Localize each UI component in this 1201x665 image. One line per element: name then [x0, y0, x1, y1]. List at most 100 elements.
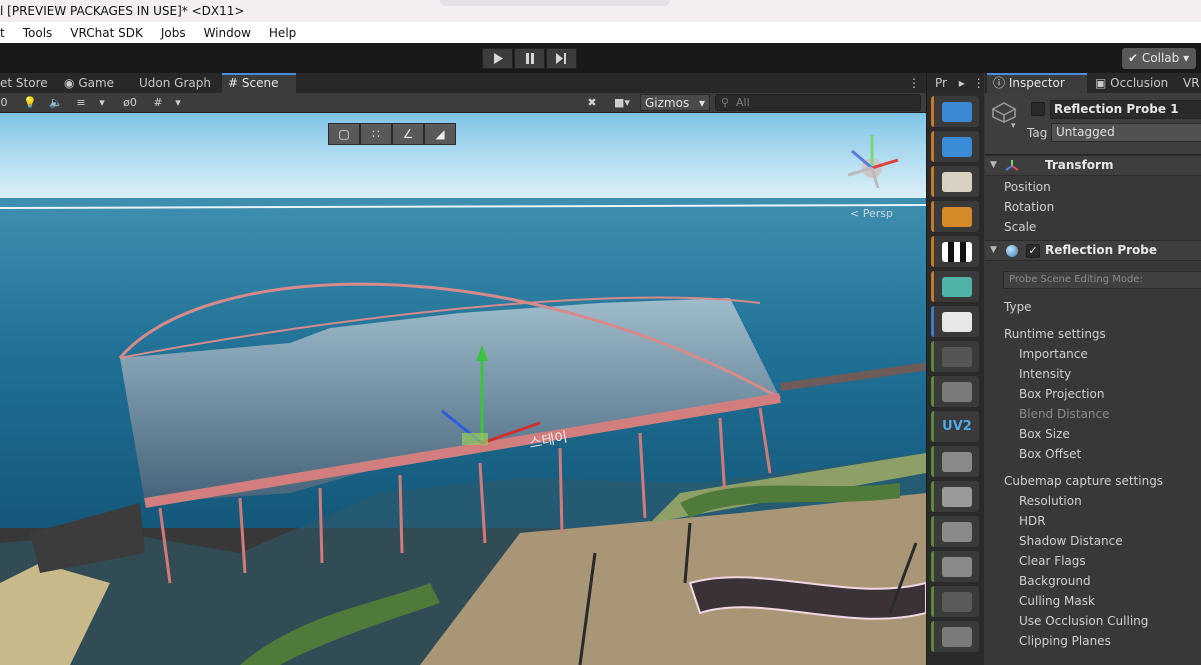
window-title: l [PREVIEW PACKAGES IN USE]* <DX11>	[0, 4, 245, 18]
tool-merge[interactable]	[931, 621, 979, 652]
grid-dropdown[interactable]: ▾	[172, 95, 184, 111]
menu-tools[interactable]: Tools	[23, 26, 61, 40]
clipping-planes-label: Clipping Planes	[1019, 634, 1111, 648]
tab-scene-label: Scene	[241, 76, 279, 90]
lighting-toggle[interactable]: 💡	[22, 95, 38, 111]
menu-jobs[interactable]: Jobs	[161, 26, 194, 40]
tool-undo[interactable]	[931, 586, 979, 617]
effects-dropdown[interactable]: ▾	[96, 95, 108, 111]
more-vertical-icon[interactable]: ⋮	[973, 76, 985, 90]
tool-map-gray[interactable]	[931, 446, 979, 477]
checkmark-icon: ✔	[1128, 51, 1139, 65]
chevron-down-icon: ▾	[1183, 51, 1190, 65]
tool-brick[interactable]	[931, 201, 979, 232]
tool-plane[interactable]	[931, 131, 979, 162]
menu-vrchat-sdk[interactable]: VRChat SDK	[70, 26, 151, 40]
tab-scene[interactable]: # Scene	[222, 73, 296, 93]
audio-toggle[interactable]: 🔈	[48, 95, 64, 111]
blend-distance-label: Blend Distance	[1019, 407, 1110, 421]
menu-asset[interactable]: t	[0, 26, 13, 40]
tool-cube-settings-2[interactable]	[931, 516, 979, 547]
tool-cube-settings[interactable]	[931, 376, 979, 407]
icon-dropdown-chevron-icon[interactable]: ▾	[1011, 121, 1016, 131]
pivot-view-icon[interactable]: ∷	[360, 123, 392, 145]
persp-label[interactable]: < Persp	[850, 207, 893, 220]
tool-checker[interactable]	[931, 236, 979, 267]
scene-viewport[interactable]: 스테이 ▢ ∷ ∠ ◢ < Persp	[0, 113, 926, 665]
camera-dropdown[interactable]: ■▾	[608, 95, 636, 111]
inspector-panel: ⓘ Inspector ▣ Occlusion VR ▾ Reflection …	[985, 73, 1201, 665]
chevron-down-icon: ▾	[698, 96, 705, 110]
box-projection-label: Box Projection	[1019, 387, 1105, 401]
foldout-arrow-icon: ▼	[990, 245, 997, 255]
vertex-snap-icon[interactable]: ∠	[392, 123, 424, 145]
step-button[interactable]	[546, 48, 577, 69]
active-checkbox[interactable]	[1031, 102, 1045, 116]
play-icon	[493, 53, 503, 64]
transform-position-label: Position	[1004, 180, 1051, 194]
cubemap-capture-settings-header[interactable]: Cubemap capture settings	[1004, 471, 1201, 491]
use-occlusion-culling-label: Use Occlusion Culling	[1019, 614, 1149, 628]
culling-mask-label: Culling Mask	[1019, 594, 1095, 608]
window-title-bar: l [PREVIEW PACKAGES IN USE]* <DX11>	[0, 0, 1201, 22]
tools-toggle[interactable]: ✖	[584, 95, 600, 111]
chevron-right-icon[interactable]: ▸	[959, 76, 965, 90]
grid-icon: #	[153, 96, 163, 109]
tab-game-label: Game	[78, 76, 115, 90]
object-name-field[interactable]: Reflection Probe 1	[1050, 100, 1201, 119]
menu-window[interactable]: Window	[204, 26, 259, 40]
playmode-controls	[482, 48, 578, 69]
reflection-probe-component-header[interactable]: ▼ ✓ Reflection Probe	[985, 240, 1201, 261]
grid-icon: #	[228, 76, 239, 90]
info-icon: ⓘ	[993, 76, 1006, 90]
cube-view-icon[interactable]: ▢	[328, 123, 360, 145]
checker-icon	[942, 242, 972, 262]
pause-button[interactable]	[514, 48, 545, 69]
tool-probe-settings[interactable]	[931, 96, 979, 127]
tool-move-disabled[interactable]	[931, 341, 979, 372]
main-toolbar: ✔ Collab ▾	[0, 43, 1201, 73]
play-button[interactable]	[482, 48, 513, 69]
title-bar-ghost-tab	[440, 0, 670, 6]
grid-toggle[interactable]: #	[150, 95, 166, 111]
tab-vr[interactable]: VR	[1177, 73, 1201, 93]
tool-paint[interactable]	[931, 271, 979, 302]
tab-inspector[interactable]: ⓘ Inspector	[987, 73, 1087, 93]
tag-dropdown[interactable]: Untagged	[1051, 123, 1201, 142]
camera-icon: ■▾	[614, 96, 630, 109]
scene-render: 스테이	[0, 113, 926, 665]
scene-search-input[interactable]: ⚲ All	[715, 94, 921, 111]
tool-layers[interactable]	[931, 551, 979, 582]
layers-icon	[942, 557, 972, 577]
tool-probe-gizmo[interactable]	[931, 306, 979, 337]
inspector-tab-bar: ⓘ Inspector ▣ Occlusion VR	[985, 73, 1201, 93]
collab-button[interactable]: ✔ Collab ▾	[1122, 48, 1196, 69]
tab-occlusion[interactable]: ▣ Occlusion	[1089, 73, 1174, 93]
transform-component-header[interactable]: ▼ Transform	[985, 155, 1201, 176]
tool-map[interactable]	[931, 166, 979, 197]
undo-icon	[942, 592, 972, 612]
plane-view-icon[interactable]: ◢	[424, 123, 456, 145]
scene-tab-menu-button[interactable]: ⋮	[902, 73, 926, 93]
tab-game[interactable]: ◉ Game	[58, 73, 120, 93]
gizmos-dropdown[interactable]: Gizmos ▾	[640, 94, 710, 111]
menu-help[interactable]: Help	[269, 26, 304, 40]
search-icon: ⚲	[721, 96, 730, 109]
tab-asset-store[interactable]: et Store	[0, 73, 54, 93]
effects-toggle[interactable]: ≡	[72, 95, 90, 111]
occlusion-icon: ▣	[1095, 76, 1107, 90]
reflection-probe-enabled-checkbox[interactable]: ✓	[1026, 244, 1040, 258]
collab-label: Collab	[1141, 51, 1180, 65]
tab-vr-label: VR	[1183, 76, 1200, 90]
scene-view-toolbar: 0 💡 🔈 ≡ ▾ ø0 # ▾ ✖ ■▾ Gizmos ▾ ⚲ All	[0, 93, 926, 113]
reflection-probe-title: Reflection Probe	[1045, 243, 1158, 257]
tab-udon-graph[interactable]: Udon Graph	[133, 73, 217, 93]
gizmo-icon	[942, 312, 972, 332]
tool-cube[interactable]	[931, 481, 979, 512]
runtime-settings-header[interactable]: Runtime settings	[1004, 324, 1201, 344]
speaker-icon: 🔈	[49, 96, 63, 109]
tool-uv2[interactable]: UV2	[931, 411, 979, 442]
hidden-objects-toggle[interactable]: ø0	[116, 95, 144, 111]
tab-asset-store-label: et Store	[0, 76, 48, 90]
scene-orientation-buttons: ▢ ∷ ∠ ◢	[328, 123, 456, 145]
